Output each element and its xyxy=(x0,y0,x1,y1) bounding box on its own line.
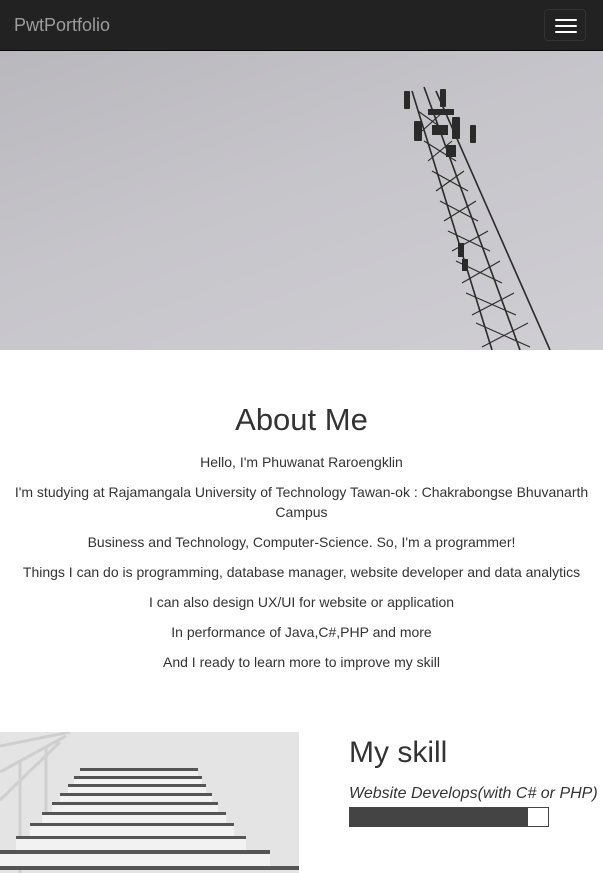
about-lines: Hello, I'm Phuwanat Raroengklin I'm stud… xyxy=(0,452,603,672)
about-section: About Me Hello, I'm Phuwanat Raroengklin… xyxy=(0,400,603,682)
about-line: In performance of Java,C#,PHP and more xyxy=(171,624,432,640)
stairs-image xyxy=(0,732,299,873)
navbar: PwtPortfolio xyxy=(0,0,603,51)
telecom-tower-illustration xyxy=(404,86,551,350)
hamburger-menu-icon xyxy=(555,19,577,21)
skill-progress-fill xyxy=(350,808,529,826)
about-title: About Me xyxy=(235,402,368,437)
navbar-toggle-button[interactable] xyxy=(544,9,586,41)
hamburger-menu-icon-bar xyxy=(555,31,577,33)
about-line: Hello, I'm Phuwanat Raroengklin xyxy=(200,454,403,470)
skill-label: Website Develops(with C# or PHP) xyxy=(349,785,598,802)
about-line: I can also design UX/UI for website or a… xyxy=(148,594,455,610)
stairs-illustration xyxy=(0,732,299,873)
hero-image xyxy=(0,51,603,350)
about-line: Business and Technology, Computer-Scienc… xyxy=(87,534,516,550)
hamburger-menu-icon-bar xyxy=(555,25,577,27)
about-line: I'm studying at Rajamangala University o… xyxy=(14,484,589,520)
about-line: Things I can do is programming, database… xyxy=(22,564,581,580)
skill-section: My skill Website Develops(with C# or PHP… xyxy=(349,734,603,827)
skill-progress-bar xyxy=(349,807,549,827)
about-line: And I ready to learn more to improve my … xyxy=(163,654,440,670)
skill-title: My skill xyxy=(349,736,448,769)
brand-link[interactable]: PwtPortfolio xyxy=(14,15,110,35)
